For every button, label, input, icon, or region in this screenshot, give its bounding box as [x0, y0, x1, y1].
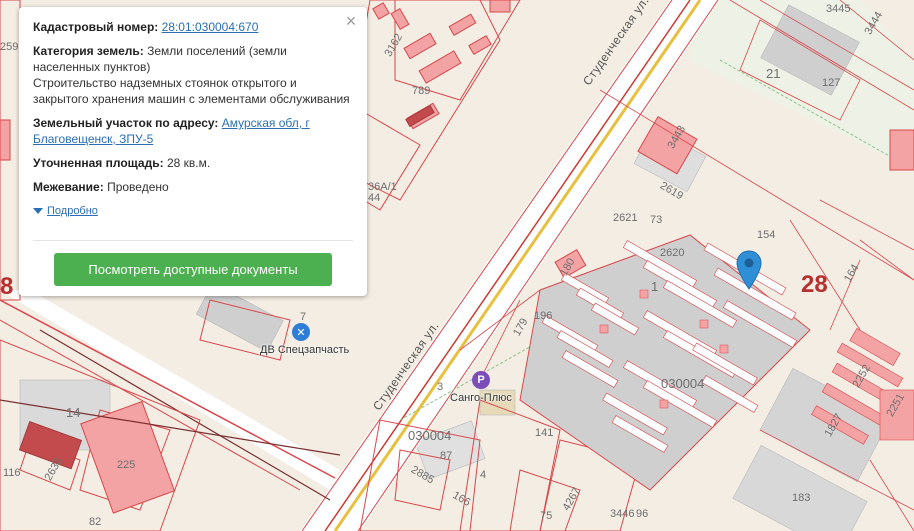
- wrench-icon[interactable]: ✕: [292, 323, 310, 341]
- cadastral-number-row: Кадастровый номер: 28:01:030004:670: [33, 19, 353, 35]
- parcel-label: 183: [792, 492, 811, 504]
- location-pin-icon[interactable]: [736, 250, 762, 290]
- area-value: 28 кв.м.: [166, 156, 211, 170]
- area-key: Уточненная площадь:: [33, 156, 164, 170]
- fuel-station-icon[interactable]: P: [472, 371, 490, 389]
- parcel-info-popup: × Кадастровый номер: 28:01:030004:670 Ка…: [19, 7, 367, 296]
- parcel-label: 3445: [826, 3, 851, 15]
- address-row: Земельный участок по адресу: Амурская об…: [33, 115, 353, 147]
- parcel-label: 75: [540, 510, 553, 522]
- parcel-label: 2621: [613, 212, 638, 224]
- parcel-label: 82: [89, 516, 102, 528]
- parcel-label: 96: [636, 508, 649, 520]
- poi-label[interactable]: ДВ Спецзапчасть: [260, 344, 349, 356]
- parcel-label: 225: [117, 459, 136, 471]
- parcel-label: 87: [440, 450, 453, 462]
- chevron-down-icon: [33, 208, 43, 214]
- details-toggle[interactable]: Подробно: [33, 203, 353, 219]
- cadastral-number-link[interactable]: 28:01:030004:670: [162, 20, 259, 34]
- cadastral-block-label: 030004: [661, 376, 705, 391]
- poi-label[interactable]: Санго-Плюс: [450, 392, 512, 404]
- land-category-row: Категория земель: Земли поселений (земли…: [33, 43, 353, 107]
- close-icon[interactable]: ×: [343, 12, 359, 30]
- parcel-label: 21: [766, 66, 781, 81]
- land-category-key: Категория земель:: [33, 44, 144, 58]
- survey-row: Межевание: Проведено: [33, 179, 353, 195]
- area-row: Уточненная площадь: 28 кв.м.: [33, 155, 353, 171]
- parcel-label: 3: [437, 381, 444, 393]
- parcel-label: 44: [368, 192, 381, 204]
- land-usage-value: Строительство надземных стоянок открытог…: [33, 76, 350, 106]
- parcel-label: 196: [534, 310, 553, 322]
- parcel-label: 1: [651, 279, 659, 294]
- parcel-label: 141: [535, 427, 554, 439]
- parcel-label: 4: [480, 469, 487, 481]
- parcel-label: 154: [757, 229, 776, 241]
- parcel-label: 7: [300, 311, 307, 323]
- parcel-label: 73: [650, 214, 663, 226]
- cadastral-number-key: Кадастровый номер:: [33, 20, 159, 34]
- parcel-label: 3446: [610, 508, 635, 520]
- parcel-label: 28: [801, 271, 828, 298]
- survey-value: Проведено: [107, 180, 169, 194]
- parcel-label: 259: [0, 41, 19, 53]
- cadastral-block-label: 030004: [408, 428, 452, 443]
- view-documents-button[interactable]: Посмотреть доступные документы: [54, 253, 332, 286]
- parcel-label: 789: [412, 85, 431, 97]
- address-key: Земельный участок по адресу:: [33, 116, 219, 130]
- parcel-label: 14: [66, 405, 81, 420]
- parcel-label: 2620: [660, 247, 685, 259]
- parcel-label: 116: [3, 467, 21, 479]
- parcel-label: 8: [0, 273, 14, 300]
- parcel-label: 127: [822, 77, 841, 89]
- details-link[interactable]: Подробно: [47, 203, 98, 219]
- divider: [33, 240, 353, 241]
- survey-key: Межевание:: [33, 180, 104, 194]
